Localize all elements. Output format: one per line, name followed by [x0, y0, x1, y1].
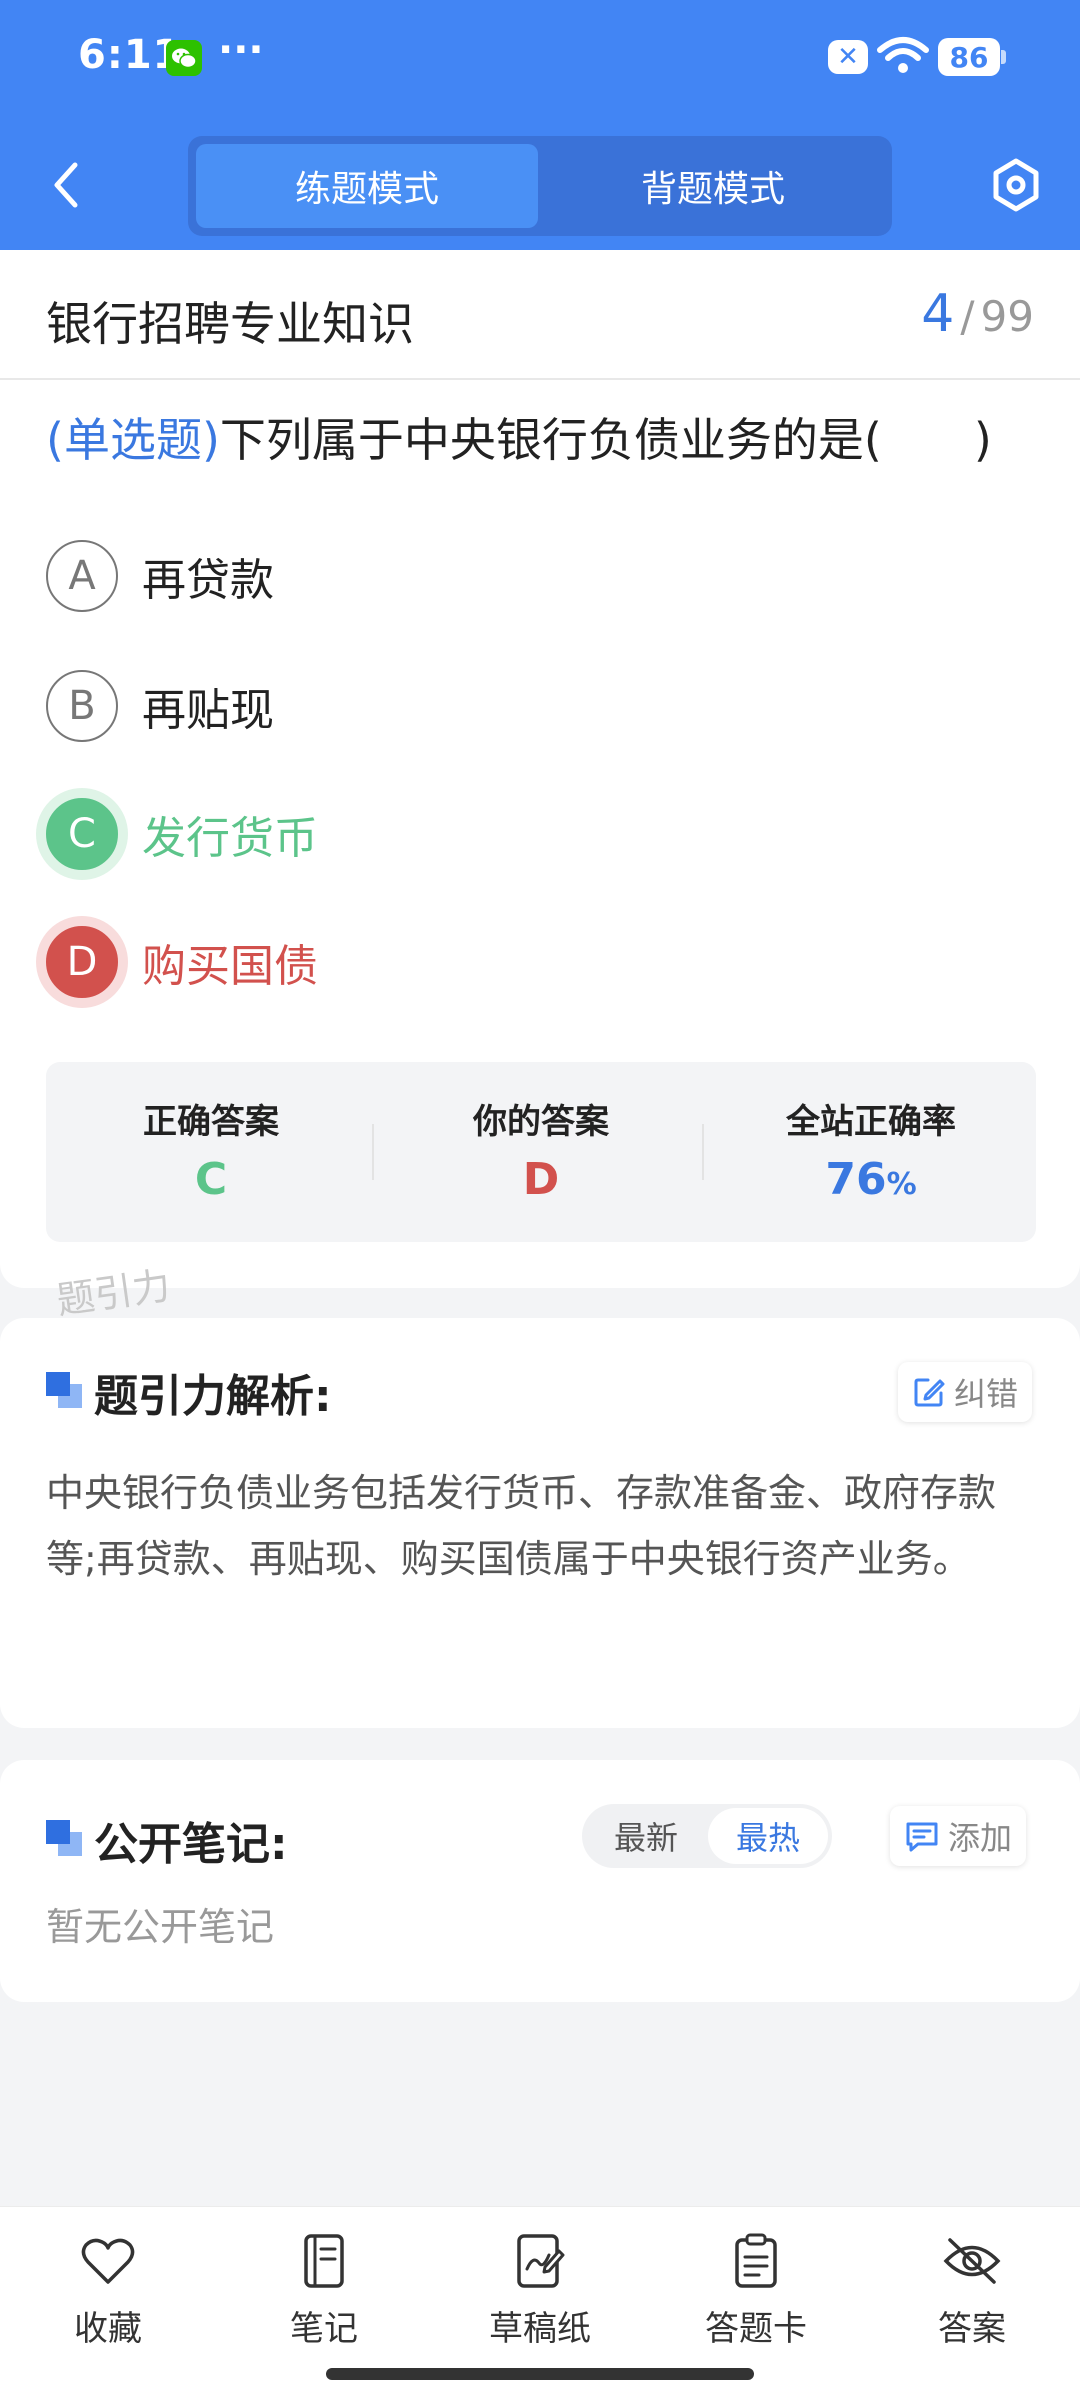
report-error-button[interactable]: 纠错 [898, 1362, 1033, 1422]
analysis-text: 中央银行负债业务包括发行货币、存款准备金、政府存款等;再贷款、再贴现、购买国债属… [46, 1471, 997, 1581]
notes-title: 公开笔记: [94, 1819, 288, 1870]
gear-icon [993, 158, 1039, 212]
option-d[interactable]: D 购买国债 [46, 922, 946, 1002]
section-marker-icon [46, 1372, 82, 1408]
divider [372, 1124, 374, 1180]
your-answer-label: 你的答案 [473, 1102, 609, 1142]
option-letter: B [46, 670, 118, 742]
question-stem: 下列属于中央银行负债业务的是( ) [219, 413, 992, 467]
option-letter: A [46, 540, 118, 612]
subject-row: 银行招聘专业知识 4/99 [0, 250, 1080, 380]
tab-recite-mode[interactable]: 背题模式 [542, 144, 884, 228]
mode-switch: 练题模式 背题模式 [188, 136, 892, 236]
wechat-icon [166, 40, 202, 76]
correct-answer-value: C [194, 1154, 228, 1205]
answer-toggle-button[interactable]: 答案 [882, 2231, 1062, 2361]
option-letter: C [46, 798, 118, 870]
add-note-button[interactable]: 添加 [890, 1806, 1027, 1866]
option-text: 再贷款 [142, 555, 274, 606]
favorite-label: 收藏 [74, 2309, 142, 2349]
wifi-icon [876, 36, 930, 80]
report-error-label: 纠错 [954, 1375, 1019, 1413]
app-header: 6:11 ··· ✕ 86 练题模式 背题模式 [0, 0, 1080, 250]
site-accuracy-number: 76 [825, 1154, 887, 1205]
section-marker-icon [46, 1820, 82, 1856]
draft-icon [450, 2231, 630, 2291]
question-card: 银行招聘专业知识 4/99 (单选题)下列属于中央银行负债业务的是( ) A 再… [0, 250, 1080, 1288]
question-text: (单选题)下列属于中央银行负债业务的是( ) [46, 408, 1046, 472]
comment-icon [906, 1822, 938, 1852]
progress-total: 99 [980, 292, 1034, 341]
clipboard-icon [666, 2231, 846, 2291]
option-a[interactable]: A 再贷款 [46, 536, 946, 616]
notes-label: 笔记 [290, 2309, 358, 2349]
notes-button[interactable]: 笔记 [234, 2231, 414, 2361]
site-accuracy-value: 76% [706, 1154, 1036, 1205]
sort-hot[interactable]: 最热 [708, 1808, 828, 1864]
answer-toggle-label: 答案 [938, 2309, 1006, 2349]
progress-separator: / [960, 292, 975, 341]
your-answer-value: D [522, 1154, 560, 1205]
option-text: 发行货币 [142, 813, 318, 864]
more-notifications-icon: ··· [218, 27, 264, 73]
divider [702, 1124, 704, 1180]
option-b[interactable]: B 再贴现 [46, 666, 946, 746]
favorite-button[interactable]: 收藏 [18, 2231, 198, 2361]
analysis-card: 题引力解析: 纠错 中央银行负债业务包括发行货币、存款准备金、政府存款等;再贷款… [0, 1318, 1080, 1728]
option-text: 购买国债 [142, 941, 318, 992]
draft-paper-button[interactable]: 草稿纸 [450, 2231, 630, 2361]
heart-icon [18, 2231, 198, 2291]
chevron-left-icon [54, 162, 78, 208]
option-letter: D [46, 926, 118, 998]
correct-answer-label: 正确答案 [143, 1102, 279, 1142]
answer-sheet-button[interactable]: 答题卡 [666, 2231, 846, 2361]
correct-answer: 正确答案 C [46, 1062, 376, 1242]
answer-sheet-label: 答题卡 [705, 2309, 807, 2349]
question-progress: 4/99 [921, 284, 1034, 344]
option-c[interactable]: C 发行货币 [46, 794, 946, 874]
notes-card: 公开笔记: 最新 最热 添加 暂无公开笔记 [0, 1760, 1080, 2002]
home-indicator[interactable] [326, 2368, 754, 2380]
tab-practice-mode[interactable]: 练题模式 [196, 144, 538, 228]
option-text: 再贴现 [142, 685, 274, 736]
draft-paper-label: 草稿纸 [489, 2309, 591, 2349]
settings-button[interactable] [986, 152, 1046, 218]
notes-sort-toggle: 最新 最热 [582, 1804, 832, 1868]
edit-icon [914, 1378, 945, 1407]
site-accuracy: 全站正确率 76% [706, 1062, 1036, 1242]
progress-current: 4 [921, 284, 955, 344]
site-accuracy-label: 全站正确率 [786, 1102, 956, 1142]
back-button[interactable] [40, 150, 90, 220]
status-x-badge: ✕ [828, 40, 868, 74]
add-note-label: 添加 [948, 1819, 1013, 1857]
notes-empty-text: 暂无公开笔记 [46, 1905, 275, 1949]
status-bar: 6:11 ··· ✕ 86 [0, 0, 1080, 120]
sort-latest[interactable]: 最新 [586, 1808, 706, 1864]
answer-summary: 正确答案 C 你的答案 D 全站正确率 76% [46, 1062, 1036, 1242]
battery-tip [1001, 50, 1006, 64]
analysis-title: 题引力解析: [94, 1371, 332, 1422]
your-answer: 你的答案 D [376, 1062, 706, 1242]
question-type-label: (单选题) [46, 413, 220, 467]
subject-title: 银行招聘专业知识 [46, 297, 414, 351]
eye-off-icon [882, 2231, 1062, 2291]
site-accuracy-unit: % [886, 1167, 917, 1202]
notebook-icon [234, 2231, 414, 2291]
battery-indicator: 86 [938, 38, 1000, 76]
